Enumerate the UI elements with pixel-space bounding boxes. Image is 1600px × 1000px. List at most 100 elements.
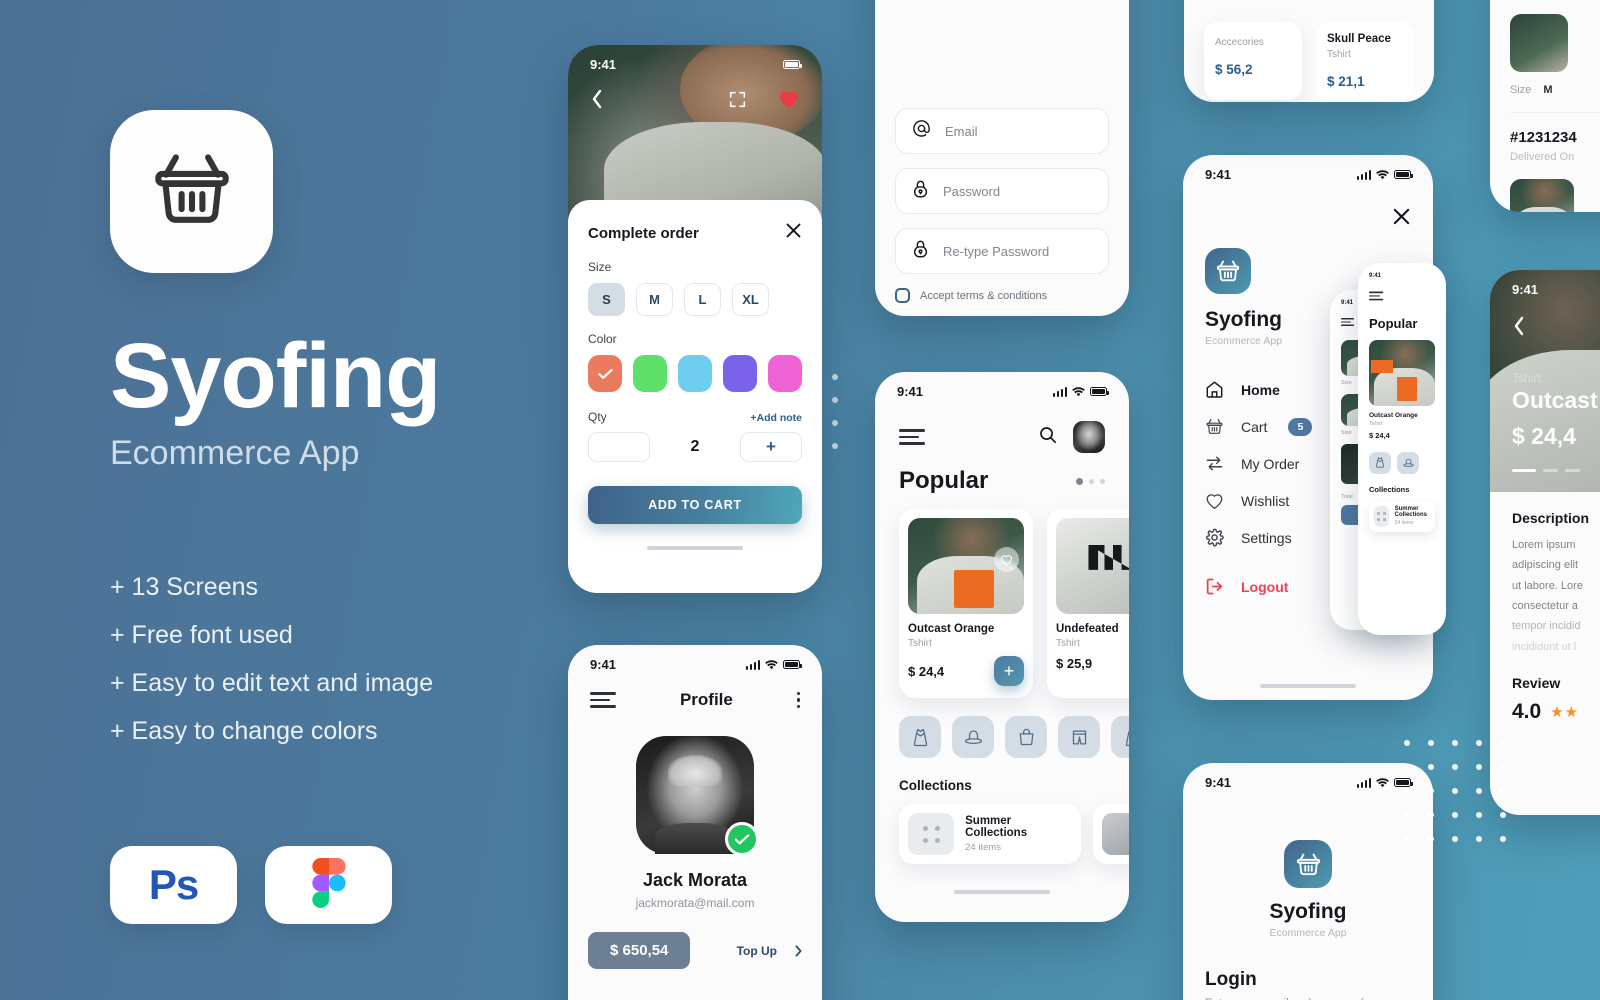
favorite-heart-icon[interactable] xyxy=(778,89,800,114)
top-up-button[interactable]: Top Up xyxy=(737,944,802,958)
status-time: 9:41 xyxy=(1512,282,1539,297)
hat-icon[interactable] xyxy=(952,716,994,758)
hamburger-icon[interactable] xyxy=(899,429,925,445)
password-placeholder: Password xyxy=(943,183,1001,199)
status-time: 9:41 xyxy=(590,657,617,672)
carousel-dots xyxy=(832,374,838,449)
wishlist-heart-icon[interactable] xyxy=(994,547,1019,572)
sidebar-item-label: Cart xyxy=(1241,418,1268,435)
lock-icon xyxy=(912,179,929,203)
wifi-icon xyxy=(1376,169,1389,179)
figma-icon xyxy=(311,857,346,913)
home-toolbar xyxy=(875,403,1129,453)
section-title-popular: Popular xyxy=(899,467,989,494)
dress-icon[interactable] xyxy=(899,716,941,758)
phone-product-detail: 9:41 Tshirt Outcast $ 24,4 Description L… xyxy=(1490,270,1600,815)
status-time: 9:41 xyxy=(590,57,617,72)
verified-check-icon xyxy=(725,822,759,856)
password-field[interactable]: Password xyxy=(895,168,1109,214)
size-option-m[interactable]: M xyxy=(636,283,673,316)
dress-icon[interactable] xyxy=(1111,716,1129,758)
cart-item-name: Skull Peace xyxy=(1327,33,1391,45)
user-avatar[interactable] xyxy=(1073,421,1105,453)
expand-icon[interactable] xyxy=(729,91,746,113)
profile-name: Jack Morata xyxy=(642,870,748,890)
email-field[interactable]: Email xyxy=(895,108,1109,154)
stacked-screen-preview-front: 9:41 Popular Outcast Orange Tshirt $ 24,… xyxy=(1358,263,1446,635)
signal-icon xyxy=(1052,386,1067,397)
hero-toolbar xyxy=(568,89,822,114)
cart-item[interactable]: Accecories $ 56,2 xyxy=(1204,22,1302,100)
product-hero-image: 9:41 xyxy=(568,45,822,231)
category-row[interactable] xyxy=(875,698,1129,758)
add-product-button[interactable]: + xyxy=(994,656,1024,686)
preview-collection-name: Summer Collections xyxy=(1394,506,1427,519)
size-value: M xyxy=(1543,84,1553,96)
collections-row[interactable]: Summer Collections 24 items xyxy=(875,793,1129,864)
shorts-icon[interactable] xyxy=(1058,716,1100,758)
order-item-thumb xyxy=(1510,179,1574,212)
preview-collections-label: Collections xyxy=(1369,484,1410,494)
qty-increment-button[interactable]: + xyxy=(740,432,802,462)
size-option-xl[interactable]: XL xyxy=(732,283,769,316)
feature-item: + 13 Screens xyxy=(110,573,259,602)
add-to-cart-button[interactable]: ADD TO CART xyxy=(588,486,802,524)
size-option-s[interactable]: S xyxy=(588,283,625,316)
grid-dots-icon xyxy=(908,813,955,855)
review-section: Review 4.0 ★★ xyxy=(1512,675,1600,724)
qty-decrement-button[interactable] xyxy=(588,432,650,462)
promo-panel: Syofing Ecommerce App + 13 Screens + Fre… xyxy=(110,110,550,925)
order-id: #1231234 xyxy=(1510,129,1577,146)
figma-badge xyxy=(265,846,392,925)
retype-password-field[interactable]: Re-type Password xyxy=(895,228,1109,274)
collection-card[interactable] xyxy=(1093,804,1129,864)
close-icon[interactable] xyxy=(1392,207,1411,231)
carousel-pager[interactable] xyxy=(1076,477,1105,485)
wallet-row: $ 650,54 Top Up xyxy=(588,932,802,969)
product-carousel[interactable]: Outcast Orange Tshirt $ 24,4 + Undefeate… xyxy=(875,495,1129,698)
terms-checkbox[interactable] xyxy=(895,288,910,303)
wifi-icon xyxy=(765,659,778,669)
more-options-icon[interactable] xyxy=(796,692,800,708)
retype-password-placeholder: Re-type Password xyxy=(943,243,1050,259)
color-option-pink[interactable] xyxy=(768,355,802,392)
status-bar: 9:41 xyxy=(1183,763,1433,794)
profile-header: Ecommerce App Profile xyxy=(568,676,822,710)
home-indicator xyxy=(1260,684,1356,688)
feature-list: + 13 Screens + Free font used + Easy to … xyxy=(110,573,550,746)
close-icon[interactable] xyxy=(785,222,802,244)
color-option-blue[interactable] xyxy=(678,355,712,392)
search-icon[interactable] xyxy=(1039,426,1057,449)
image-carousel-dots[interactable] xyxy=(1512,468,1580,472)
product-image xyxy=(1056,518,1129,614)
product-card[interactable]: Undefeated Tshirt $ 25,9 xyxy=(1047,509,1129,698)
product-name: Undefeated xyxy=(1056,623,1119,635)
terms-label: Accept terms & conditions xyxy=(920,289,1048,302)
sidebar-item-label: Home xyxy=(1241,381,1280,398)
heart-icon xyxy=(1206,493,1223,509)
add-note-link[interactable]: +Add note xyxy=(750,412,802,424)
transfer-icon xyxy=(1206,456,1223,471)
preview-collection-count: 24 items xyxy=(1394,520,1414,527)
product-category: Tshirt xyxy=(908,638,932,649)
product-card[interactable]: Outcast Orange Tshirt $ 24,4 + xyxy=(899,509,1033,698)
back-icon[interactable] xyxy=(1512,316,1526,341)
hamburger-icon[interactable] xyxy=(590,692,616,708)
preview-collection-card: Summer Collections 24 items xyxy=(1369,500,1435,532)
size-label: Size xyxy=(1510,84,1532,96)
color-option-orange[interactable] xyxy=(588,355,622,392)
lock-icon xyxy=(912,239,929,263)
phone-home-popular: 9:41 Popular Outcast Orange Tshirt $ 24,… xyxy=(875,372,1129,922)
cart-item[interactable]: Skull Peace Tshirt $ 21,1 xyxy=(1316,22,1414,100)
photoshop-label: Ps xyxy=(148,861,199,909)
signal-icon xyxy=(745,659,760,670)
size-option-l[interactable]: L xyxy=(684,283,721,316)
color-option-green[interactable] xyxy=(633,355,667,392)
wifi-icon xyxy=(1072,386,1085,396)
preview-product-category: Tshirt xyxy=(1369,420,1383,427)
bag-icon[interactable] xyxy=(1005,716,1047,758)
color-option-purple[interactable] xyxy=(723,355,757,392)
rating-stars: ★★ xyxy=(1550,704,1580,722)
back-icon[interactable] xyxy=(590,89,604,114)
collection-card[interactable]: Summer Collections 24 items xyxy=(899,804,1081,864)
